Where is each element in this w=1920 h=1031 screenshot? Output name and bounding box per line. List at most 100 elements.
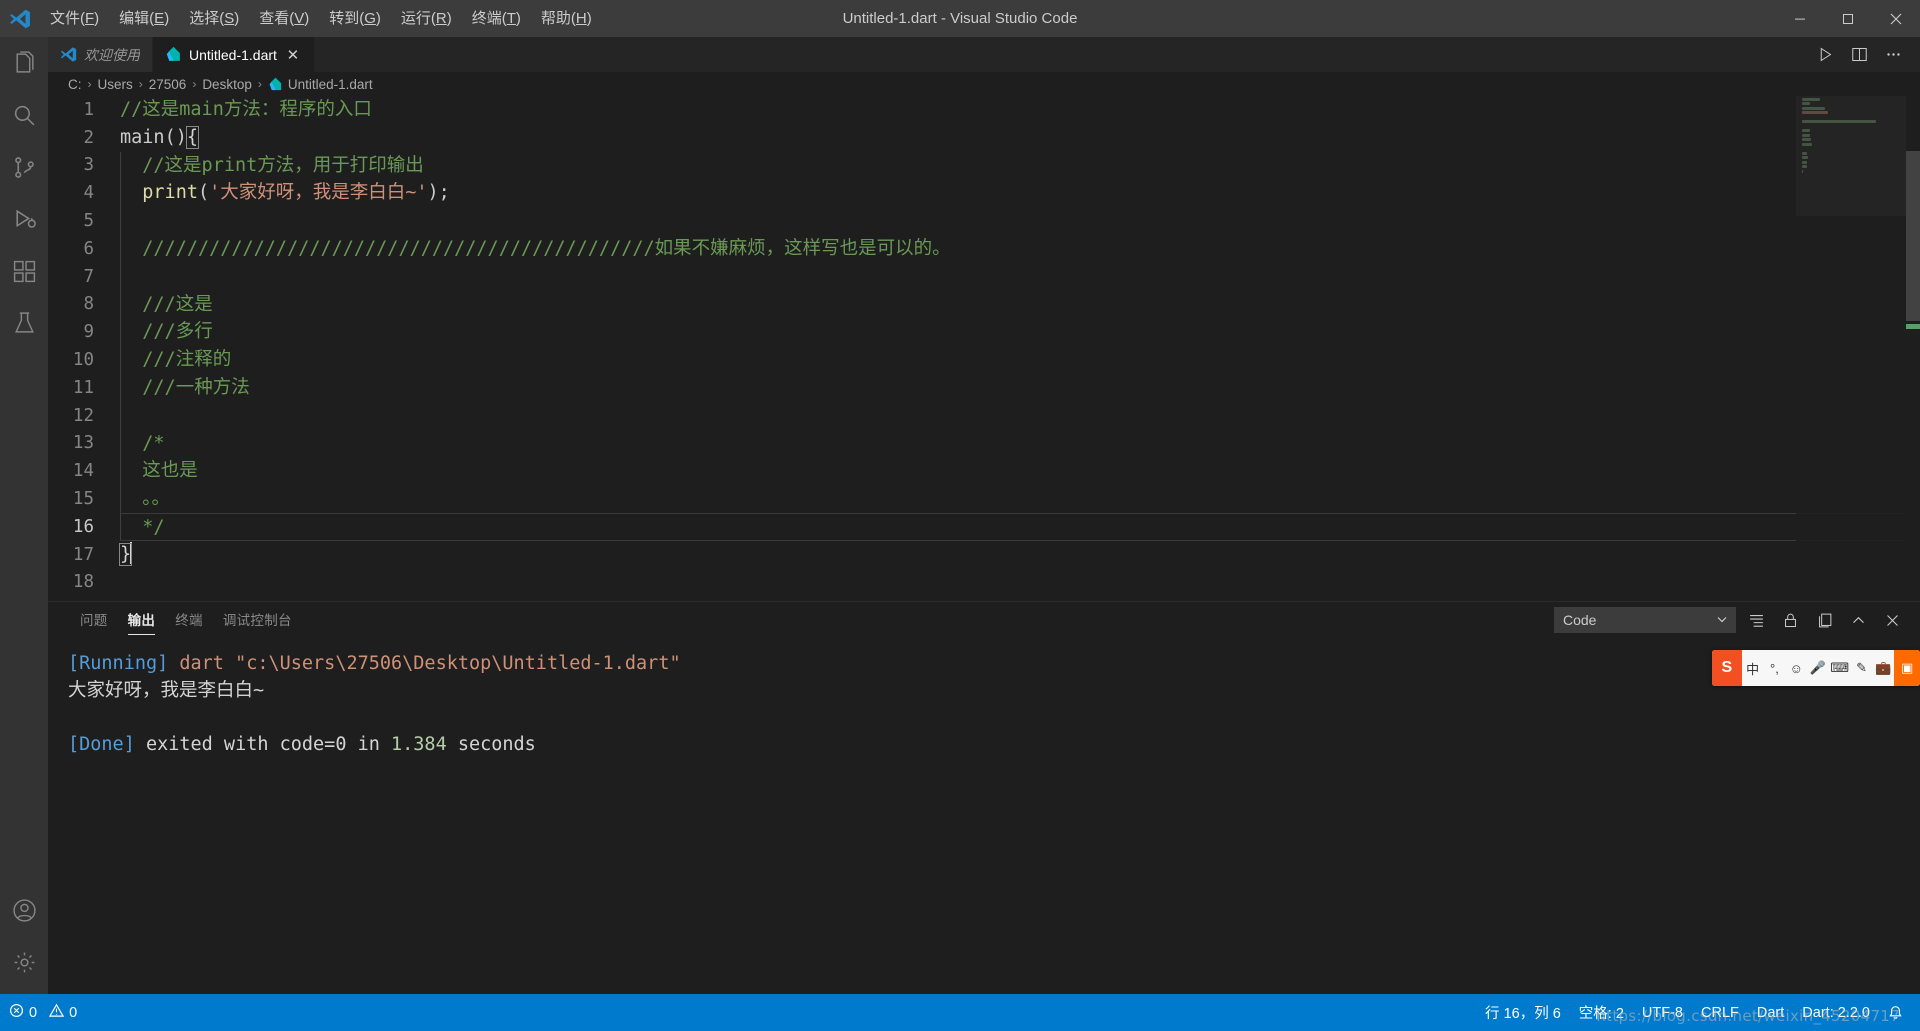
code-line-5[interactable]: 5 <box>48 207 1920 235</box>
code-line-4[interactable]: 4 print('大家好呀，我是李白白~'); <box>48 179 1920 208</box>
status-dart-version[interactable]: Dart: 2.2.0 <box>1793 994 1879 1031</box>
output-line-1: 大家好呀，我是李白白~ <box>68 677 1920 704</box>
code-line-7[interactable]: 7 <box>48 262 1920 291</box>
token-comment: ///多行 <box>120 321 213 343</box>
tab-untitled-1-dart[interactable]: Untitled-1.dart ✕ <box>153 37 315 72</box>
output-line-3: [Done] exited with code=0 in 1.384 secon… <box>68 731 1920 758</box>
ime-toolbox-icon[interactable]: 💼 <box>1873 650 1895 686</box>
ime-toolbar[interactable]: S 中 °, ☺ 🎤 ⌨ ✎ 💼 ▣ <box>1712 650 1920 686</box>
minimize-button[interactable] <box>1776 0 1824 37</box>
code-editor[interactable]: 1//这是main方法：程序的入口 2 main(){3 //这是print方法，用… <box>48 96 1920 600</box>
close-panel-button[interactable] <box>1878 606 1906 634</box>
line-content: ////////////////////////////////////////… <box>120 234 1920 263</box>
ime-voice-icon[interactable]: 🎤 <box>1807 650 1829 686</box>
sidebar-item-explorer[interactable] <box>0 37 48 89</box>
maximize-button[interactable] <box>1824 0 1872 37</box>
code-line-6[interactable]: 6 //////////////////////////////////////… <box>48 234 1920 263</box>
code-line-2[interactable]: 2 main(){ <box>48 124 1920 152</box>
vscode-window: 文件(F) 编辑(E) 选择(S) 查看(V) 转到(G) 运行(R) 终端(T) 帮助(H)… <box>0 0 1920 1031</box>
sidebar-item-source-control[interactable] <box>0 141 48 193</box>
maximize-panel-button[interactable] <box>1844 606 1872 634</box>
code-line-11[interactable]: 11 ///一种方法 <box>48 373 1920 402</box>
status-indentation[interactable]: 空格: 2 <box>1570 994 1633 1031</box>
status-language-mode[interactable]: Dart <box>1748 994 1793 1031</box>
status-encoding[interactable]: UTF-8 <box>1633 994 1692 1031</box>
minimap[interactable] <box>1796 96 1906 600</box>
clear-output-button[interactable] <box>1742 606 1770 634</box>
split-editor-button[interactable] <box>1844 40 1874 70</box>
code-line-3[interactable]: 3 //这是print方法，用于打印输出 <box>48 151 1920 180</box>
code-line-8[interactable]: 8 ///这是 <box>48 290 1920 319</box>
sidebar-item-testing[interactable] <box>0 297 48 349</box>
code-line-1[interactable]: 1 //这是main方法：程序的入口 <box>48 96 1920 124</box>
status-notifications[interactable] <box>1879 994 1912 1031</box>
scrollbar-thumb[interactable] <box>1906 151 1920 321</box>
status-problems[interactable]: 0 0 <box>0 994 86 1031</box>
breadcrumb-item-1[interactable]: Users <box>98 77 133 92</box>
menu-item-4[interactable]: 转到(G) <box>319 0 391 37</box>
ime-settings-icon[interactable]: ▣ <box>1894 650 1920 686</box>
panel-tab-0[interactable]: 问题 <box>70 602 118 638</box>
panel-tab-2[interactable]: 终端 <box>165 602 213 638</box>
close-button[interactable] <box>1872 0 1920 37</box>
menu-item-0[interactable]: 文件(F) <box>40 0 109 37</box>
code-line-12[interactable]: 12 <box>48 401 1920 430</box>
output-channel-value: Code <box>1563 612 1597 628</box>
menu-item-7[interactable]: 帮助(H) <box>531 0 602 37</box>
sidebar-item-accounts[interactable] <box>0 884 48 936</box>
code-line-17[interactable]: 17} <box>48 541 1920 569</box>
sidebar-item-settings[interactable] <box>0 936 48 988</box>
sogou-logo-icon: S <box>1712 650 1742 686</box>
minimap-slider[interactable] <box>1796 96 1906 216</box>
tab-welcome[interactable]: 欢迎使用 <box>48 37 153 72</box>
ime-handwriting-icon[interactable]: ✎ <box>1851 650 1873 686</box>
panel-tab-3[interactable]: 调试控制台 <box>213 602 302 638</box>
sidebar-item-search[interactable] <box>0 89 48 141</box>
run-button[interactable] <box>1810 40 1840 70</box>
breadcrumb-item-4[interactable]: Untitled-1.dart <box>268 77 373 92</box>
breadcrumb-separator: › <box>138 77 143 91</box>
menu-item-3[interactable]: 查看(V) <box>249 0 319 37</box>
code-line-14[interactable]: 14 这也是 <box>48 457 1920 486</box>
more-actions-button[interactable] <box>1878 40 1908 70</box>
ime-punctuation[interactable]: °, <box>1764 650 1786 686</box>
token-comment: */ <box>120 516 165 538</box>
code-line-13[interactable]: 13 /* <box>48 429 1920 458</box>
code-line-18[interactable]: 18 <box>48 569 1920 597</box>
open-in-editor-button[interactable] <box>1810 606 1838 634</box>
output-segment: dart "c:\Users\27506\Desktop\Untitled-1.… <box>179 653 681 674</box>
token-comment: ///这是 <box>120 293 213 315</box>
sidebar-item-extensions[interactable] <box>0 245 48 297</box>
line-number: 9 <box>83 322 94 343</box>
menu-item-5[interactable]: 运行(R) <box>391 0 462 37</box>
menu-item-2[interactable]: 选择(S) <box>179 0 249 37</box>
editor-tabs: 欢迎使用 Untitled-1.dart ✕ <box>48 37 1920 72</box>
status-cursor-position[interactable]: 行 16，列 6 <box>1476 994 1570 1031</box>
token-comment: ///一种方法 <box>120 376 250 398</box>
menu-item-1[interactable]: 编辑(E) <box>109 0 179 37</box>
breadcrumb-separator: › <box>257 77 262 91</box>
chevron-down-icon <box>1717 615 1727 626</box>
status-eol[interactable]: CRLF <box>1692 994 1748 1031</box>
title-bar: 文件(F) 编辑(E) 选择(S) 查看(V) 转到(G) 运行(R) 终端(T) 帮助(H)… <box>0 0 1920 37</box>
breadcrumb-item-3[interactable]: Desktop <box>202 77 252 92</box>
breadcrumb-item-2[interactable]: 27506 <box>149 77 187 92</box>
code-line-9[interactable]: 9 ///多行 <box>48 318 1920 347</box>
code-line-10[interactable]: 10 ///注释的 <box>48 346 1920 374</box>
output-channel-select[interactable]: Code <box>1554 607 1736 633</box>
sidebar-item-run-and-debug[interactable] <box>0 193 48 245</box>
breadcrumb-item-0[interactable]: C: <box>68 77 82 92</box>
text-cursor <box>130 541 133 564</box>
ime-mode-chinese[interactable]: 中 <box>1742 650 1764 686</box>
ime-keyboard-icon[interactable]: ⌨ <box>1829 650 1851 686</box>
activity-bar <box>0 37 48 994</box>
lock-scroll-button[interactable] <box>1776 606 1804 634</box>
code-line-16[interactable]: 16 */ <box>48 512 1920 541</box>
panel-tab-1[interactable]: 输出 <box>118 602 166 638</box>
line-number: 10 <box>72 350 94 371</box>
code-line-15[interactable]: 15 。。 <box>48 485 1920 513</box>
menu-item-6[interactable]: 终端(T) <box>462 0 531 37</box>
close-icon[interactable]: ✕ <box>284 46 302 64</box>
ime-emoji-icon[interactable]: ☺ <box>1785 650 1807 686</box>
editor-scrollbar[interactable] <box>1906 96 1920 600</box>
